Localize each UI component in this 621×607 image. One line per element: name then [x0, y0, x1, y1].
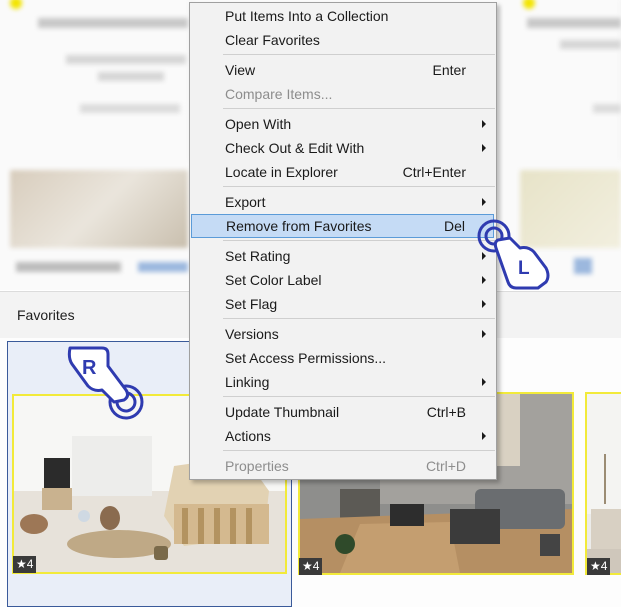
submenu-arrow-icon: [482, 300, 486, 308]
menu-item-set-access-permissions[interactable]: Set Access Permissions...: [190, 346, 496, 370]
menu-item-export[interactable]: Export: [190, 190, 496, 214]
menu-item-label: View: [225, 62, 256, 78]
asset-metadata: [80, 104, 180, 113]
submenu-arrow-icon: [482, 144, 486, 152]
menu-item-label: Locate in Explorer: [225, 164, 338, 180]
menu-item-update-thumbnail[interactable]: Update Thumbnail Ctrl+B: [190, 400, 496, 424]
menu-item-shortcut: Ctrl+Enter: [402, 164, 466, 180]
menu-item-label: Properties: [225, 458, 289, 474]
right-click-label: R: [82, 357, 97, 379]
menu-item-versions[interactable]: Versions: [190, 322, 496, 346]
menu-separator: [223, 186, 495, 187]
asset-description: [98, 72, 164, 81]
menu-item-check-out-edit-with[interactable]: Check Out & Edit With: [190, 136, 496, 160]
asset-description: [66, 55, 186, 64]
menu-item-compare-items: Compare Items...: [190, 82, 496, 106]
menu-separator: [223, 240, 495, 241]
asset-filename: [527, 18, 621, 28]
menu-item-label: Export: [225, 194, 266, 210]
asset-metadata: [593, 104, 621, 113]
submenu-arrow-icon: [482, 198, 486, 206]
menu-separator: [223, 450, 495, 451]
menu-item-clear-favorites[interactable]: Clear Favorites: [190, 28, 496, 52]
right-click-indicator: R: [64, 344, 154, 424]
menu-item-linking[interactable]: Linking: [190, 370, 496, 394]
menu-item-actions[interactable]: Actions: [190, 424, 496, 448]
left-click-indicator: L: [476, 216, 554, 296]
menu-item-set-flag[interactable]: Set Flag: [190, 292, 496, 316]
menu-item-label: Clear Favorites: [225, 32, 320, 48]
menu-item-properties: Properties Ctrl+D: [190, 454, 496, 478]
menu-separator: [223, 396, 495, 397]
menu-item-shortcut: Enter: [432, 62, 466, 78]
right-click-hand-icon: [67, 346, 144, 420]
menu-item-label: Actions: [225, 428, 271, 444]
menu-separator: [223, 108, 495, 109]
favorites-panel-title: Favorites: [17, 307, 75, 323]
menu-item-put-into-collection[interactable]: Put Items Into a Collection: [190, 4, 496, 28]
menu-separator: [223, 318, 495, 319]
submenu-arrow-icon: [482, 432, 486, 440]
context-menu: Put Items Into a Collection Clear Favori…: [189, 2, 497, 480]
rating-badge: ★4: [299, 558, 323, 575]
submenu-arrow-icon: [482, 330, 486, 338]
menu-item-label: Remove from Favorites: [226, 218, 372, 234]
view-toggle-icon: [574, 258, 592, 274]
menu-item-label: Set Color Label: [225, 272, 322, 288]
menu-item-shortcut: Ctrl+D: [425, 458, 466, 474]
left-click-label: L: [518, 258, 530, 279]
rating-badge: ★4: [13, 556, 37, 573]
menu-item-set-rating[interactable]: Set Rating: [190, 244, 496, 268]
menu-item-label: Check Out & Edit With: [225, 140, 365, 156]
submenu-arrow-icon: [482, 378, 486, 386]
menu-item-label: Linking: [225, 374, 270, 390]
menu-item-set-color-label[interactable]: Set Color Label: [190, 268, 496, 292]
menu-item-label: Open With: [225, 116, 292, 132]
asset-description: [560, 40, 621, 49]
menu-item-label: Set Flag: [225, 296, 278, 312]
menu-item-label: Put Items Into a Collection: [225, 8, 389, 24]
rating-badge: ★4: [587, 558, 611, 575]
selection-link: [138, 262, 188, 272]
menu-item-label: Versions: [225, 326, 279, 342]
menu-item-shortcut: Del: [443, 218, 465, 234]
partial-room-photo: [587, 394, 621, 573]
menu-item-label: Update Thumbnail: [225, 404, 340, 420]
menu-item-view[interactable]: View Enter: [190, 58, 496, 82]
menu-item-locate-in-explorer[interactable]: Locate in Explorer Ctrl+Enter: [190, 160, 496, 184]
menu-item-open-with[interactable]: Open With: [190, 112, 496, 136]
menu-item-label: Set Rating: [225, 248, 291, 264]
asset-thumbnail-partial[interactable]: [585, 392, 621, 575]
menu-item-label: Set Access Permissions...: [225, 350, 387, 366]
asset-thumbnail: [10, 170, 188, 248]
menu-item-label: Compare Items...: [225, 86, 333, 102]
asset-filename: [38, 18, 188, 28]
left-click-hand-icon: [477, 219, 550, 290]
menu-item-remove-from-favorites[interactable]: Remove from Favorites Del: [191, 214, 494, 238]
menu-item-shortcut: Ctrl+B: [426, 404, 466, 420]
item-count-text: [16, 262, 121, 272]
menu-separator: [223, 54, 495, 55]
submenu-arrow-icon: [482, 120, 486, 128]
